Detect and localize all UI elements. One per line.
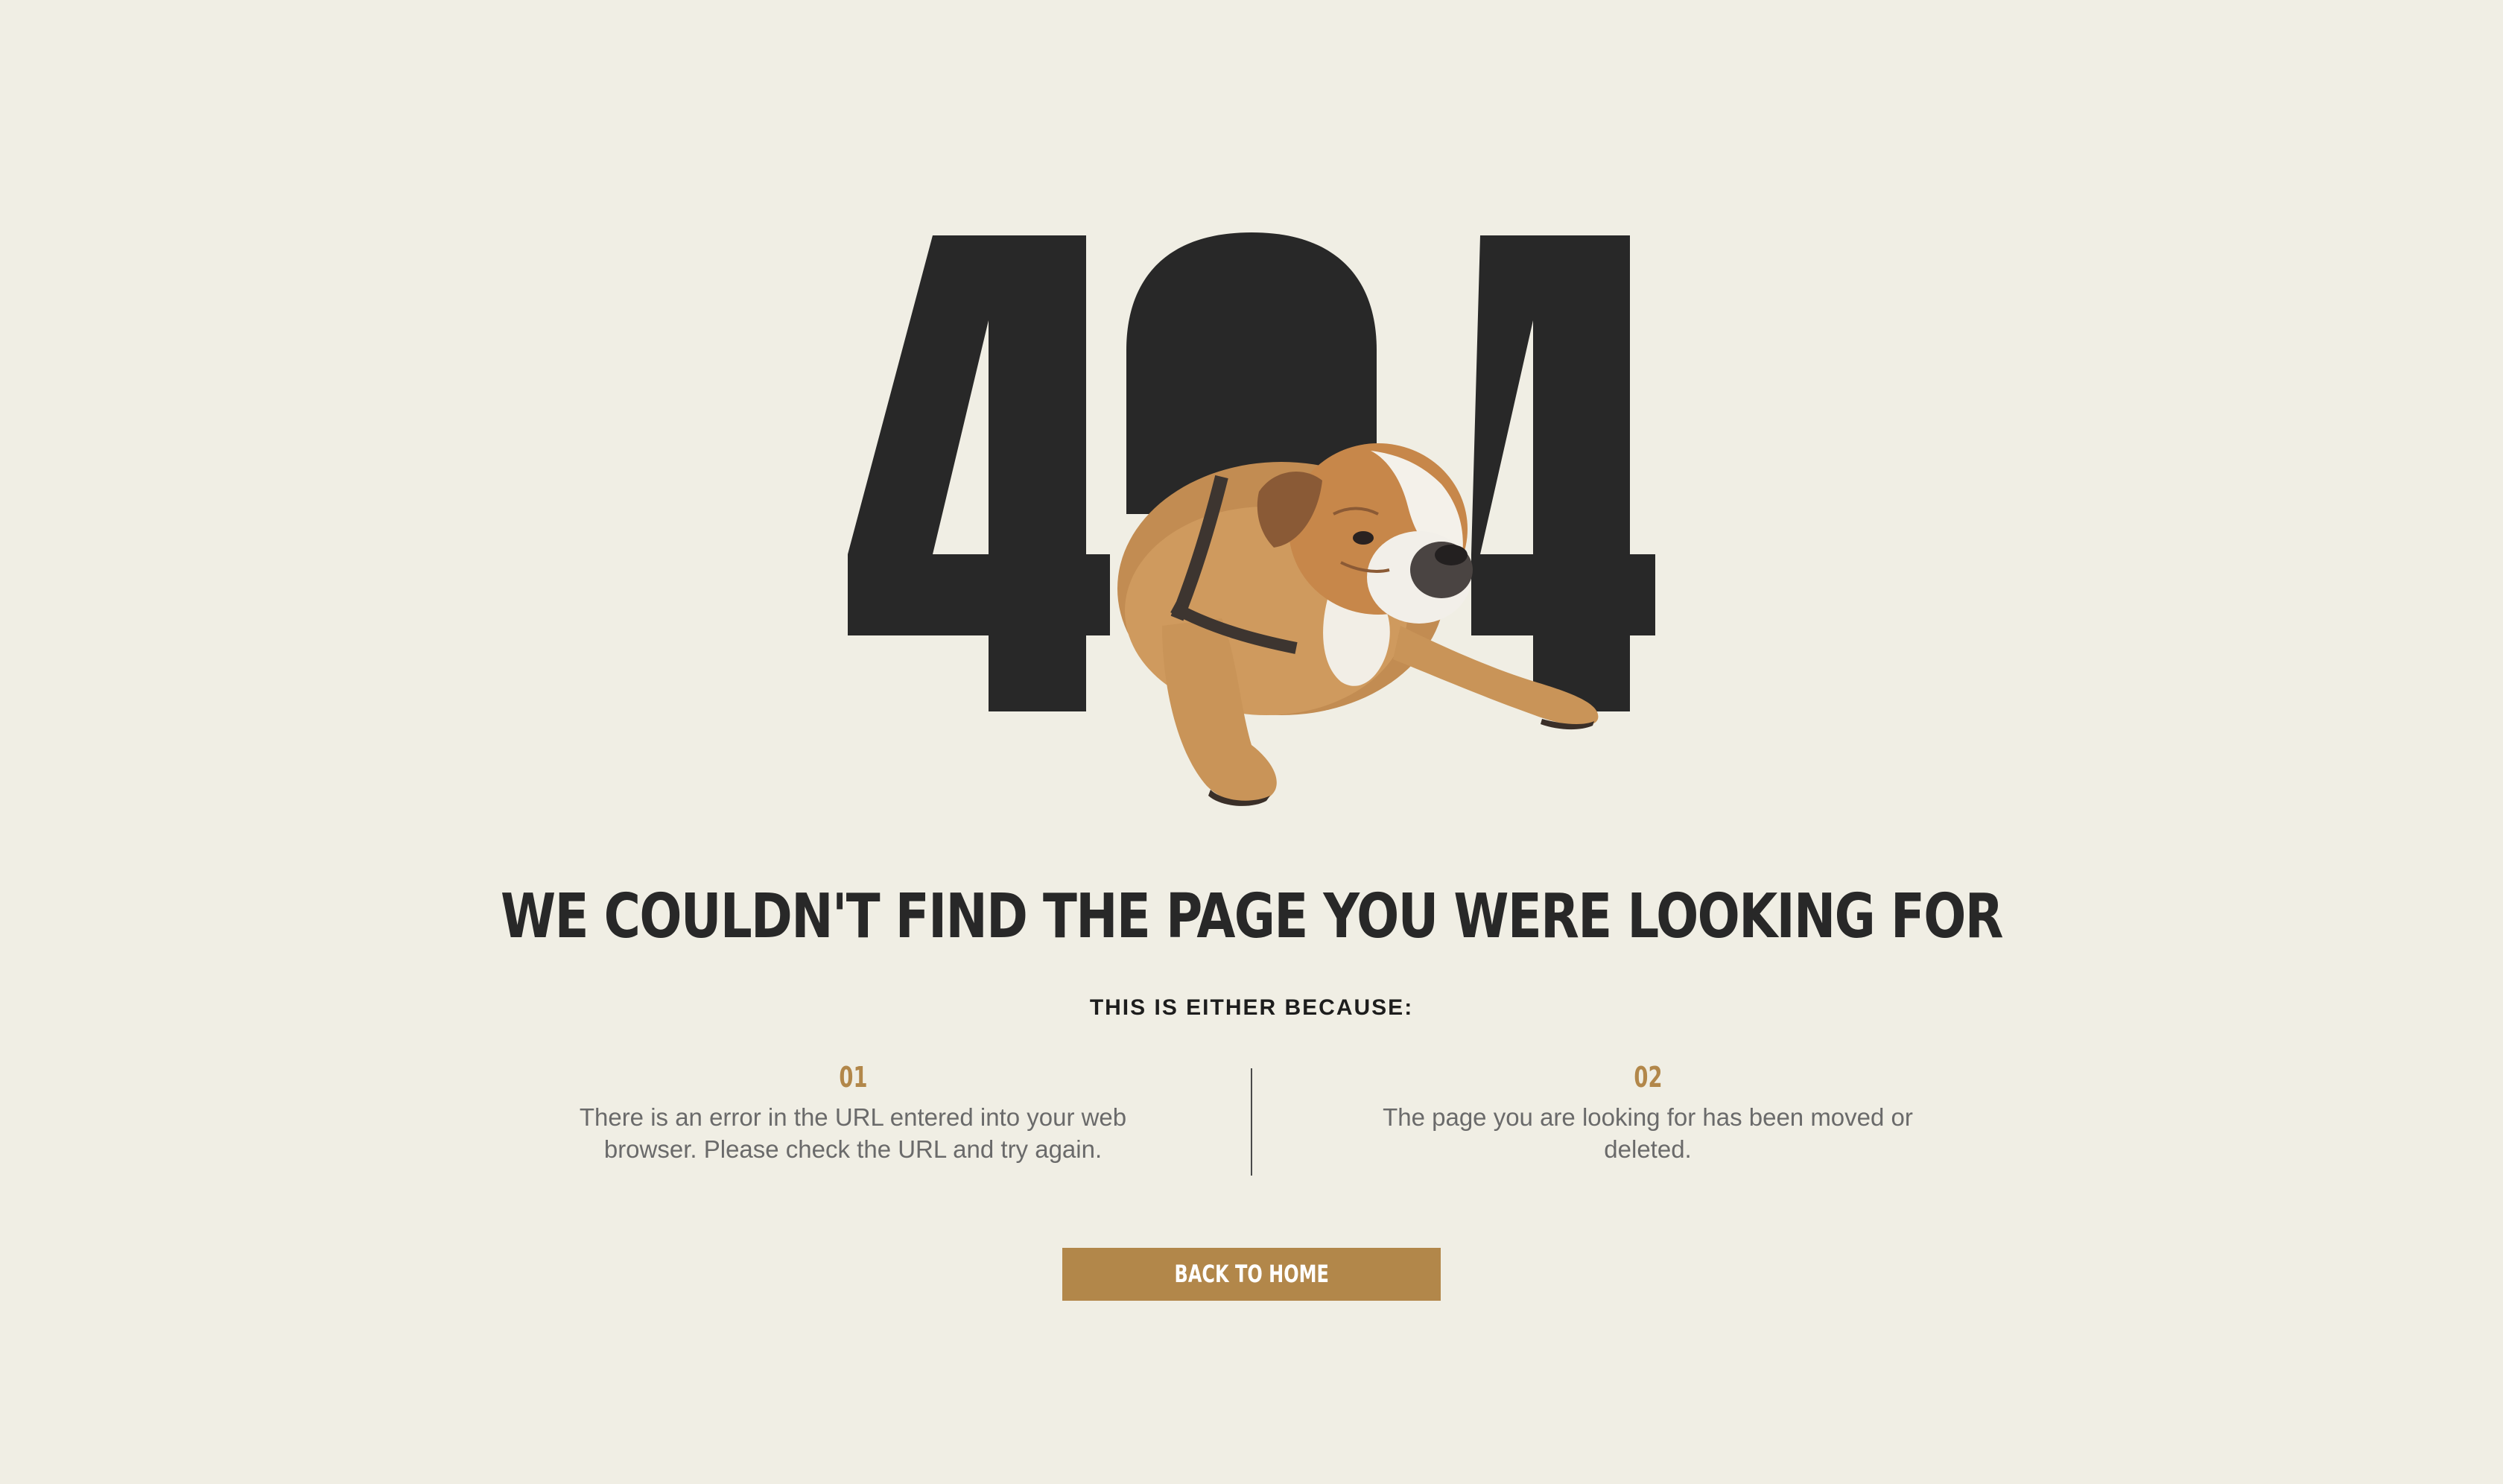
reason-text: The page you are looking for has been mo…: [1383, 1103, 1913, 1163]
back-to-home-button[interactable]: BACK TO HOME: [1062, 1248, 1441, 1301]
error-404-svg: [848, 232, 1655, 806]
error-404-graphic: [0, 0, 2503, 834]
reason-text: There is an error in the URL entered int…: [579, 1103, 1127, 1163]
reason-item-2: 02 The page you are looking for has been…: [1350, 1058, 1946, 1165]
error-page: WE COULDN'T FIND THE PAGE YOU WERE LOOKI…: [0, 0, 2503, 1484]
reason-item-1: 01 There is an error in the URL entered …: [555, 1058, 1151, 1165]
page-title: WE COULDN'T FIND THE PAGE YOU WERE LOOKI…: [501, 881, 2004, 952]
reasons-divider: [1251, 1068, 1252, 1176]
reason-number: 01: [838, 1061, 868, 1094]
reasons-intro: THIS IS EITHER BECAUSE:: [1089, 995, 1414, 1020]
digit-four-right: [1471, 235, 1655, 711]
digit-four-left: [848, 235, 1110, 711]
back-to-home-label: BACK TO HOME: [1174, 1260, 1329, 1288]
reason-number: 02: [1633, 1061, 1663, 1094]
